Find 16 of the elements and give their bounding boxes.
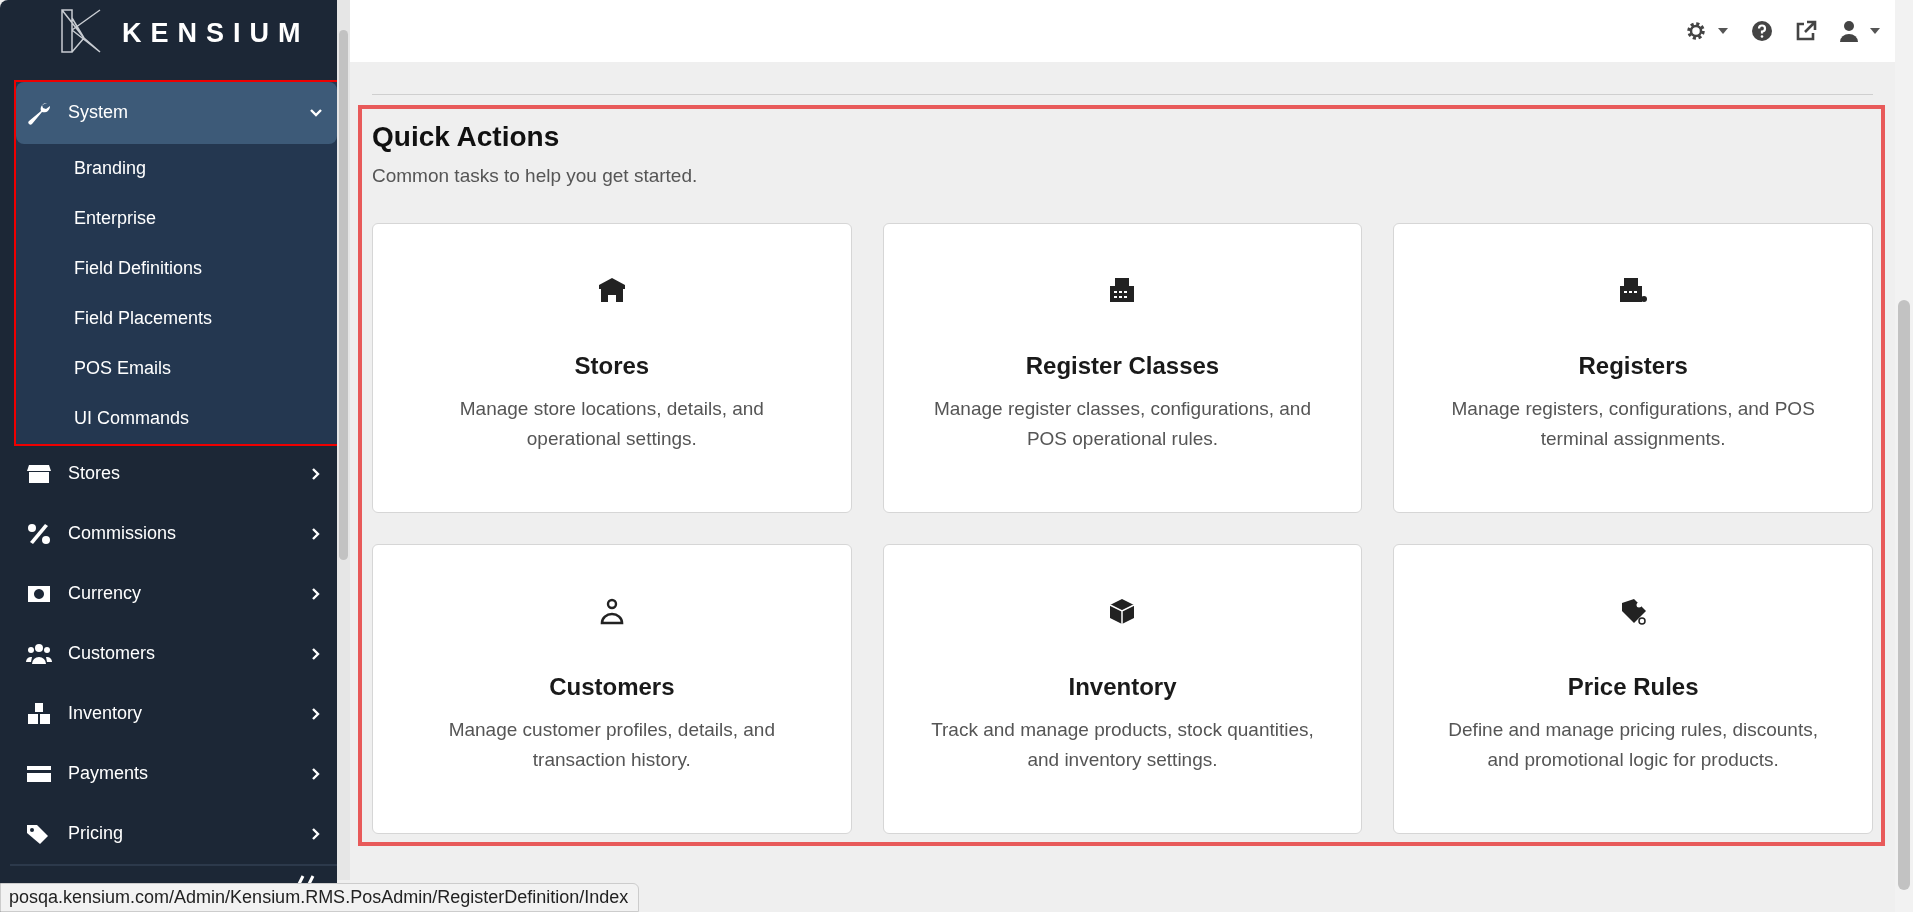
card-description: Define and manage pricing rules, discounts, and promotional logic for products. <box>1447 718 1819 772</box>
card-title: Customers <box>549 673 675 701</box>
card-title: Price Rules <box>1567 673 1699 701</box>
logo-text: KENSIUM <box>122 18 310 49</box>
card-title: Register Classes <box>1025 352 1220 380</box>
card-title: Registers <box>1578 352 1688 380</box>
card-title: Stores <box>574 352 650 380</box>
section-subtitle: Common tasks to help you get started. <box>372 165 699 187</box>
card-description: Manage customer profiles, details, and transaction history. <box>447 718 776 772</box>
card-title: Inventory <box>1068 673 1177 701</box>
status-url-tooltip: posqa.kensium.com/Admin/Kensium.RMS.PosAdmin/RegisterDefinition/Index <box>0 883 640 912</box>
card-description: Track and manage products, stock quantities, and inventory settings. <box>930 718 1315 772</box>
card-description: Manage register classes, configurations, and POS operational rules. <box>932 397 1312 451</box>
card-description: Manage store locations, details, and operational settings. <box>458 397 765 451</box>
section-title: Quick Actions <box>372 121 561 153</box>
card-description: Manage registers, configurations, and POS terminal assignments. <box>1450 397 1816 451</box>
